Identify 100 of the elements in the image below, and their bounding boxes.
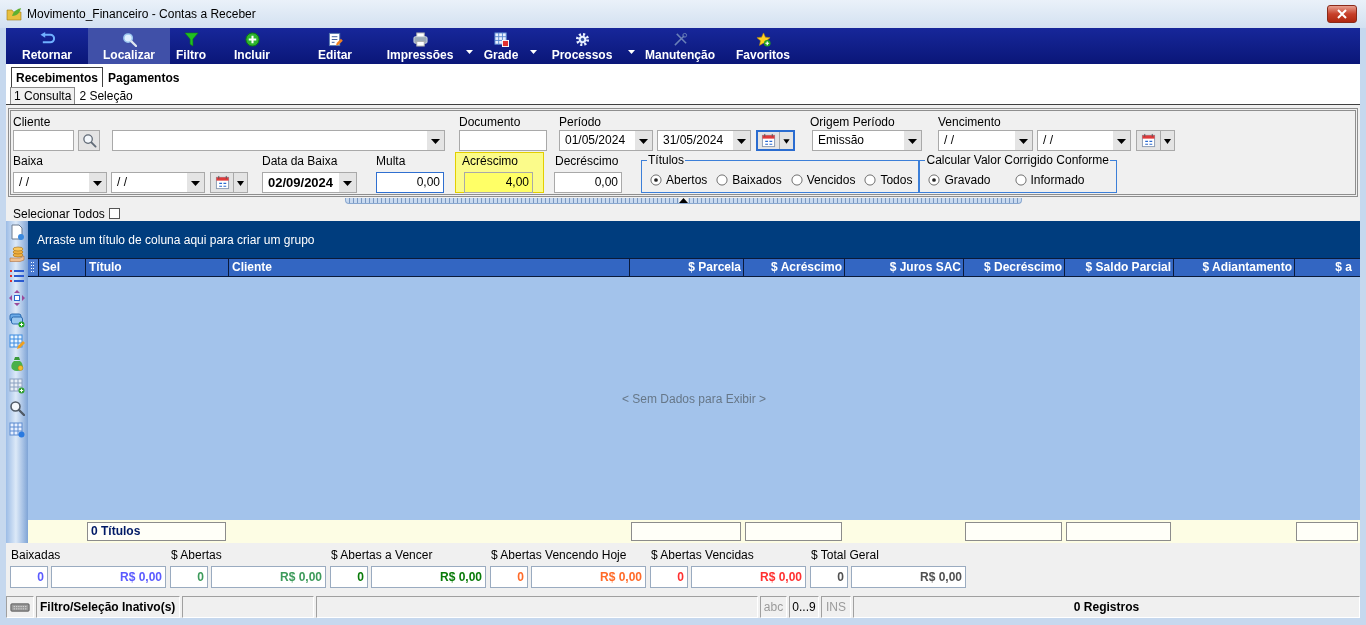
toolbar-button[interactable]: Retornar — [6, 28, 88, 64]
dropdown-field[interactable]: / / — [1037, 130, 1131, 151]
caret-down-icon[interactable] — [733, 131, 750, 150]
total-label: $ Abertas Vencendo Hoje — [490, 547, 628, 563]
column-header[interactable]: Sel — [38, 259, 85, 276]
splitter-handle[interactable] — [345, 198, 1022, 204]
caret-down-icon[interactable] — [635, 131, 652, 150]
amount-field: R$ 0,00 — [211, 566, 326, 588]
group-hint: Arraste um título de coluna aqui para criar um grupo — [37, 232, 315, 247]
search-button[interactable] — [78, 130, 100, 151]
radio-icon[interactable] — [864, 174, 877, 186]
toolbar-button[interactable]: Favoritos — [722, 28, 804, 64]
column-header[interactable]: Título — [85, 259, 228, 276]
document-icon[interactable] — [9, 224, 25, 240]
count-field: 0 — [170, 566, 208, 588]
calendar-button[interactable] — [210, 172, 248, 193]
toolbar-button[interactable]: Manutenção — [638, 28, 722, 64]
radio-option[interactable]: Informado — [1014, 173, 1085, 187]
radio-icon[interactable] — [650, 174, 662, 186]
total-label: $ Abertas Vencidas — [650, 547, 755, 563]
caret-down-icon[interactable] — [89, 173, 106, 192]
caret-down-icon[interactable] — [529, 50, 537, 54]
checkbox[interactable] — [108, 208, 120, 219]
dropdown-field[interactable]: / / — [111, 172, 205, 193]
column-header[interactable]: $ Acréscimo — [743, 259, 844, 276]
toolbar-button[interactable]: Grade — [476, 28, 526, 64]
status-indicator: abc — [760, 596, 787, 618]
column-list-icon[interactable] — [28, 259, 38, 276]
tab[interactable]: 1 Consulta — [10, 87, 76, 104]
radio-option[interactable]: Abertos — [650, 173, 708, 187]
toolbar-button[interactable]: Impressões — [378, 28, 462, 64]
radio-icon[interactable] — [790, 174, 803, 186]
column-header[interactable]: $ Saldo Parcial — [1064, 259, 1173, 276]
chat-add-icon[interactable] — [9, 312, 25, 328]
text-field[interactable]: 0,00 — [376, 172, 444, 193]
grid-add-icon[interactable] — [9, 378, 25, 394]
caret-down-icon[interactable] — [1113, 131, 1130, 150]
amount-field: R$ 0,00 — [371, 566, 486, 588]
field-label: Documento — [459, 114, 522, 130]
dropdown-field[interactable] — [112, 130, 445, 151]
radio-option[interactable]: Gravado — [928, 173, 991, 187]
calendar-icon — [214, 175, 230, 190]
toolbar-button[interactable]: Localizar — [88, 28, 170, 64]
dropdown-field[interactable]: Emissão — [812, 130, 922, 151]
caret-down-icon[interactable] — [627, 50, 635, 54]
caret-down-icon[interactable] — [1015, 131, 1032, 150]
radio-icon[interactable] — [928, 174, 941, 186]
radio-icon[interactable] — [1014, 174, 1027, 186]
column-header[interactable]: $ Adiantamento — [1173, 259, 1294, 276]
tab[interactable]: 2 Seleção — [75, 87, 137, 104]
radio-option[interactable]: Vencidos — [790, 173, 856, 187]
amount-field: R$ 0,00 — [851, 566, 966, 588]
count-field: 0 — [330, 566, 368, 588]
list-icon[interactable] — [9, 268, 25, 284]
toolbar-button[interactable]: Editar — [292, 28, 378, 64]
grid-refresh-icon[interactable] — [9, 422, 25, 438]
dropdown-field[interactable]: 02/09/2024 — [262, 172, 357, 193]
toolbar-button[interactable]: Filtro — [170, 28, 212, 64]
text-field[interactable] — [459, 130, 547, 151]
caret-down-icon[interactable] — [339, 173, 356, 192]
close-button[interactable] — [1327, 5, 1357, 23]
caret-down-icon[interactable] — [427, 131, 444, 150]
column-header[interactable]: Cliente — [228, 259, 629, 276]
dropdown-field[interactable]: / / — [13, 172, 107, 193]
text-field[interactable]: 0,00 — [554, 172, 622, 193]
keyboard-icon[interactable] — [10, 601, 30, 613]
caret-down-icon[interactable] — [904, 131, 921, 150]
caret-up-icon[interactable] — [679, 198, 688, 203]
column-header[interactable]: $ Juros SAC — [844, 259, 963, 276]
field-label: Baixa — [13, 153, 45, 169]
toolbar-button[interactable]: Processos — [540, 28, 624, 64]
amount-field: R$ 0,00 — [691, 566, 806, 588]
count-field: 0 — [650, 566, 688, 588]
caret-down-icon[interactable] — [187, 173, 204, 192]
calendar-button[interactable] — [1136, 130, 1175, 151]
tab[interactable]: Pagamentos — [103, 67, 185, 87]
search-icon[interactable] — [9, 400, 25, 416]
select-all-option[interactable]: Selecionar Todos — [13, 206, 120, 221]
column-header[interactable]: $ Decréscimo — [963, 259, 1064, 276]
radio-option[interactable]: Todos — [864, 173, 913, 187]
dropdown-field[interactable]: 01/05/2024 — [559, 130, 653, 151]
toolbar-button[interactable]: Incluir — [212, 28, 292, 64]
field-label: Data da Baixa — [262, 153, 339, 169]
dropdown-field[interactable]: 31/05/2024 — [657, 130, 751, 151]
radio-icon[interactable] — [716, 174, 729, 186]
status-indicator: INS — [821, 596, 851, 618]
text-field[interactable] — [13, 130, 74, 151]
filter-status: Filtro/Seleção Inativo(s) — [36, 596, 180, 618]
column-header[interactable]: $ Parcela — [629, 259, 743, 276]
group-title: Títulos — [647, 153, 685, 167]
caret-down-icon[interactable] — [465, 50, 473, 54]
move-icon[interactable] — [9, 290, 25, 306]
calendar-button[interactable] — [756, 130, 795, 151]
column-header[interactable]: $ a — [1294, 259, 1360, 276]
text-field[interactable]: 4,00 — [464, 172, 533, 193]
radio-option[interactable]: Baixados — [716, 173, 782, 187]
money-bag-icon[interactable] — [9, 356, 25, 372]
count-field: 0 — [10, 566, 48, 588]
gear-icon — [574, 32, 590, 47]
dropdown-field[interactable]: / / — [938, 130, 1033, 151]
